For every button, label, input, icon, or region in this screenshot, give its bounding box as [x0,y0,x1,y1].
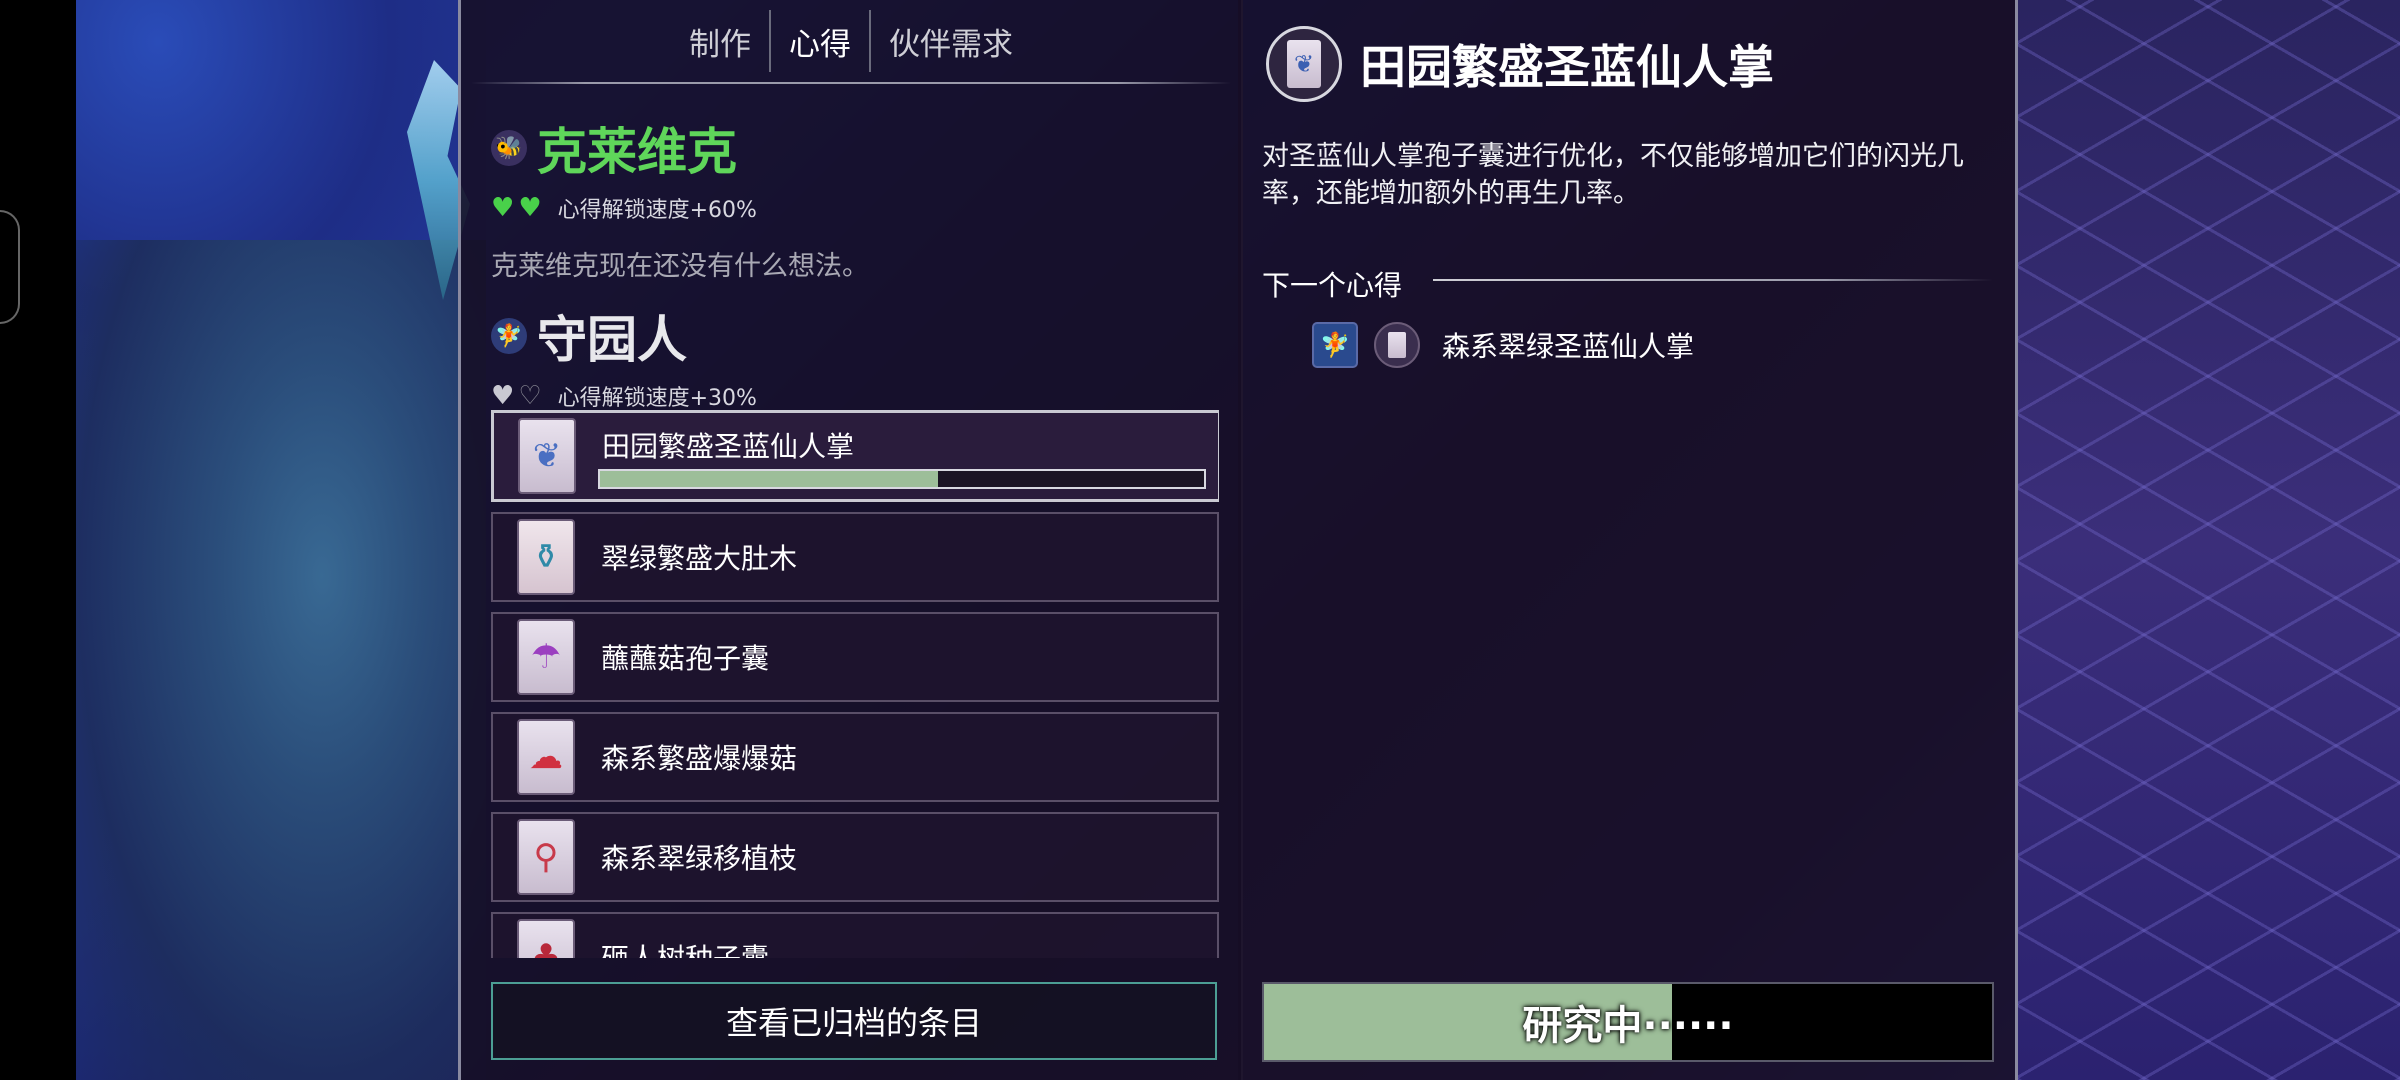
research-list-panel: 制作 心得 伙伴需求 🐝 克莱维克 ♥ ♥ 心得解锁速度+60% 克莱维克现在还… [458,0,1243,1080]
purple-mushroom-pack-icon: ☂ [517,619,575,695]
insight-progress-fill [600,471,939,487]
detail-description: 对圣蓝仙人掌孢子囊进行优化，不仅能够增加它们的闪光几率，还能增加额外的再生几率。 [1262,141,1964,209]
insight-name: 森系繁盛爆爆菇 [601,742,798,775]
red-sapling-pack-icon: ⚲ [517,819,575,895]
tab-bar: 制作 心得 伙伴需求 [461,0,1241,82]
heart-filled-icon: ♥ [491,381,515,411]
list-item[interactable]: ❦ 田园繁盛圣蓝仙人掌 [491,410,1219,502]
tab-divider [471,82,1231,84]
npc-name: 守园人 [537,311,687,369]
heart-empty-icon: ♡ [518,381,542,411]
detail-title: 田园繁盛圣蓝仙人掌 [1360,40,1774,94]
seed-pack-icon [1374,322,1420,368]
research-status-label: 研究中······ [1522,1003,1734,1049]
next-insight-label: 下一个心得 [1262,269,1403,302]
detail-header: ❦ 田园繁盛圣蓝仙人掌 [1266,26,1774,102]
next-insight-row: 🧚 森系翠绿圣蓝仙人掌 [1312,322,1694,368]
blue-cactus-pack-icon: ❦ [1287,40,1321,88]
heart-filled-icon: ♥ [518,193,542,223]
next-insight-name: 森系翠绿圣蓝仙人掌 [1442,330,1695,363]
insight-name: 田园繁盛圣蓝仙人掌 [602,430,855,463]
heart-filled-icon: ♥ [491,193,515,223]
next-insight-divider [1433,279,1993,281]
tiled-floor-area [2016,0,2400,1080]
tab-companion-needs[interactable]: 伙伴需求 [871,10,1031,72]
view-archived-button[interactable]: 查看已归档的条目 [491,982,1217,1060]
side-drawer-handle[interactable] [0,210,20,324]
blue-cactus-pack-icon: ❦ [518,418,576,494]
insight-name: 翠绿繁盛大肚木 [601,542,798,575]
insight-name: 森系翠绿移植枝 [601,842,798,875]
npc-bonus: 心得解锁速度+30% [557,386,757,411]
gardener-avatar-icon: 🧚 [491,318,527,354]
npc-block-klevik: 🐝 克莱维克 ♥ ♥ 心得解锁速度+60% 克莱维克现在还没有什么想法。 [491,112,869,283]
insight-name: 砸人树种子囊 [601,937,769,958]
detail-item-icon: ❦ [1266,26,1342,102]
researching-progress-bar: 研究中······ [1262,982,1994,1062]
klevik-avatar-icon: 🐝 [491,130,527,166]
tab-crafting[interactable]: 制作 [671,10,771,72]
insight-list[interactable]: ❦ 田园繁盛圣蓝仙人掌 ⚱ 翠绿繁盛大肚木 ☂ 蘸蘸菇孢子囊 ☁ 森系繁盛爆爆菇… [491,410,1219,958]
npc-block-gardener: 🧚 守园人 ♥ ♡ 心得解锁速度+30% [491,300,757,412]
gardener-avatar-icon: 🧚 [1312,322,1358,368]
list-item[interactable]: ⚱ 翠绿繁盛大肚木 [491,512,1219,602]
insight-detail-panel: ❦ 田园繁盛圣蓝仙人掌 对圣蓝仙人掌孢子囊进行优化，不仅能够增加它们的闪光几率，… [1238,0,2018,1080]
list-item[interactable]: ☂ 蘸蘸菇孢子囊 [491,612,1219,702]
red-mushroom-pack-icon: ☁ [517,719,575,795]
tab-insights[interactable]: 心得 [771,10,871,72]
grass-field [76,240,486,1080]
insight-progress-bar [598,469,1206,489]
npc-bonus: 心得解锁速度+60% [557,198,757,223]
npc-thought: 克莱维克现在还没有什么想法。 [491,251,869,282]
list-item[interactable]: ♣ 砸人树种子囊 [491,912,1219,958]
green-bottle-tree-pack-icon: ⚱ [517,519,575,595]
npc-name: 克莱维克 [537,123,737,181]
insight-name: 蘸蘸菇孢子囊 [601,642,770,675]
red-tree-pack-icon: ♣ [517,919,575,958]
list-item[interactable]: ☁ 森系繁盛爆爆菇 [491,712,1219,802]
list-item[interactable]: ⚲ 森系翠绿移植枝 [491,812,1219,902]
